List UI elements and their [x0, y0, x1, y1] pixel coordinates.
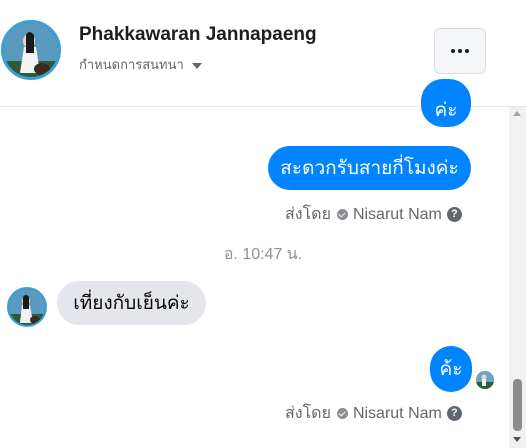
avatar-photo-icon — [9, 289, 45, 325]
more-dots-icon — [451, 49, 469, 53]
scrollbar[interactable] — [509, 107, 526, 448]
contact-avatar[interactable] — [1, 20, 61, 80]
sent-by-label: ส่งโดย Nisarut Nam ? — [285, 401, 462, 426]
scroll-up-arrow-icon[interactable] — [513, 111, 521, 116]
message-bubble-incoming[interactable]: เที่ยงกับเย็นค่ะ — [57, 281, 206, 325]
scroll-thumb[interactable] — [513, 379, 522, 431]
message-bubble-outgoing[interactable]: ค่ะ — [421, 79, 471, 127]
verified-check-icon — [336, 209, 348, 220]
sent-by-name: Nisarut Nam — [352, 404, 442, 422]
contact-avatar-small[interactable] — [7, 287, 47, 327]
seen-indicator-avatar — [476, 371, 494, 389]
sent-by-prefix: ส่งโดย — [285, 405, 331, 422]
message-bubble-outgoing[interactable]: ค้ะ — [430, 346, 472, 392]
sent-by-name: Nisarut Nam — [352, 205, 442, 223]
sent-by-prefix: ส่งโดย — [285, 206, 331, 223]
message-text: เที่ยงกับเย็นค่ะ — [73, 293, 190, 314]
message-text: สะดวกรับสายกี่โมงค่ะ — [280, 158, 459, 179]
message-bubble-outgoing[interactable]: สะดวกรับสายกี่โมงค่ะ — [268, 146, 471, 190]
avatar-photo-icon — [476, 371, 494, 389]
scroll-down-arrow-icon[interactable] — [513, 437, 521, 442]
help-icon[interactable]: ? — [446, 207, 462, 222]
sent-by-label: ส่งโดย Nisarut Nam ? — [285, 202, 462, 227]
caret-down-icon — [191, 62, 202, 69]
help-icon[interactable]: ? — [446, 406, 462, 421]
message-text: ค่ะ — [434, 100, 458, 121]
conversation-settings-label: กำหนดการสนทนา — [79, 57, 184, 72]
contact-name[interactable]: Phakkawaran Jannapaeng — [79, 24, 317, 46]
more-options-button[interactable] — [434, 28, 486, 74]
avatar-photo-icon — [4, 23, 58, 77]
message-timestamp: อ. 10:47 น. — [223, 246, 303, 263]
verified-check-icon — [336, 408, 348, 419]
message-text: ค้ะ — [439, 359, 463, 380]
conversation-settings-dropdown[interactable]: กำหนดการสนทนา — [79, 54, 202, 75]
